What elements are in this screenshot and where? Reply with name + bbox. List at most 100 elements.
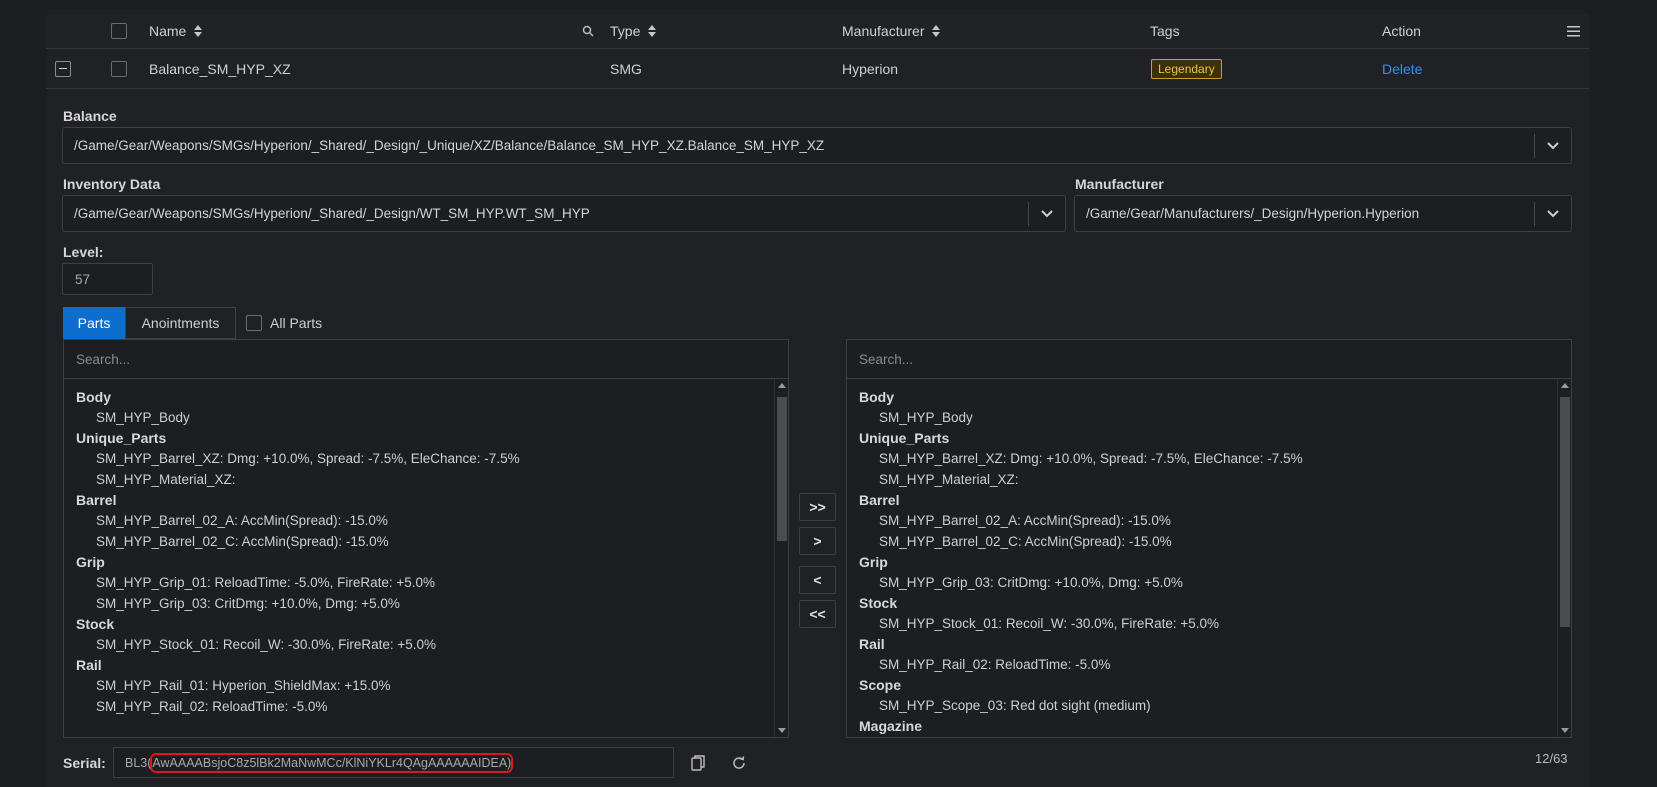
manufacturer-select[interactable]: /Game/Gear/Manufacturers/_Design/Hyperio… (1074, 195, 1572, 232)
serial-input[interactable]: BL3(AwAAAABsjoC8z5lBk2MaNwMCc/KlNiYKLr4Q… (113, 747, 674, 778)
row-name: Balance_SM_HYP_XZ (149, 60, 291, 77)
inventory-value: /Game/Gear/Weapons/SMGs/Hyperion/_Shared… (74, 206, 590, 221)
serial-label: Serial: (63, 755, 106, 771)
scroll-thumb[interactable] (777, 397, 787, 541)
left-items: Body SM_HYP_Body Unique_Parts SM_HYP_Barrel… (64, 379, 788, 717)
balance-value: /Game/Gear/Weapons/SMGs/Hyperion/_Shared… (74, 138, 825, 153)
menu-icon[interactable] (1567, 14, 1580, 48)
scroll-up-icon[interactable] (778, 383, 786, 388)
collapse-button[interactable] (55, 60, 71, 77)
part-group-header: Barrel (859, 492, 900, 508)
part-group-header: Stock (859, 595, 898, 611)
tags-column-header: Tags (1150, 14, 1180, 48)
manufacturer-label: Manufacturer (1075, 176, 1164, 192)
search-icon[interactable] (582, 14, 594, 48)
part-item[interactable]: SM_HYP_Stock_01: Recoil_W: -30.0%, FireR… (859, 613, 1571, 634)
add-button[interactable]: > (799, 527, 836, 555)
inventory-select[interactable]: /Game/Gear/Weapons/SMGs/Hyperion/_Shared… (62, 195, 1066, 232)
manufacturer-value: /Game/Gear/Manufacturers/_Design/Hyperio… (1086, 206, 1420, 221)
chevron-down-icon[interactable] (1535, 209, 1571, 218)
right-items: Body SM_HYP_Body Unique_Parts SM_HYP_Barrel… (847, 379, 1571, 736)
delete-link[interactable]: Delete (1382, 49, 1422, 88)
part-item[interactable]: SM_HYP_Stock_01: Recoil_W: -30.0%, FireR… (76, 634, 788, 655)
part-item[interactable]: SM_HYP_Scope_03: Red dot sight (medium) (859, 695, 1571, 716)
level-input[interactable]: 57 (62, 263, 153, 295)
part-item[interactable]: SM_HYP_Rail_02: ReloadTime: -5.0% (859, 654, 1571, 675)
part-item[interactable]: SM_HYP_Grip_03: CritDmg: +10.0%, Dmg: +5… (859, 572, 1571, 593)
balance-select[interactable]: /Game/Gear/Weapons/SMGs/Hyperion/_Shared… (62, 127, 1572, 164)
left-scrollbar[interactable] (774, 379, 788, 737)
part-item[interactable]: SM_HYP_Barrel_02_C: AccMin(Spread): -15.… (859, 531, 1571, 552)
manufacturer-column-header[interactable]: Manufacturer (842, 14, 941, 48)
table-row[interactable]: Balance_SM_HYP_XZ SMG Hyperion Legendary… (46, 49, 1589, 89)
add-all-button[interactable]: >> (799, 493, 836, 521)
part-count: 12/63 (1535, 751, 1568, 766)
part-item[interactable]: SM_HYP_Material_XZ: (76, 469, 788, 490)
all-parts-label: All Parts (270, 315, 323, 331)
part-item[interactable]: SM_HYP_Grip_03: CritDmg: +10.0%, Dmg: +5… (76, 593, 788, 614)
action-column-header: Action (1382, 14, 1421, 48)
right-scrollbar[interactable] (1557, 379, 1571, 737)
level-label: Level: (63, 244, 104, 260)
part-group-header: Unique_Parts (76, 430, 167, 446)
serial-value: AwAAAABsjoC8z5lBk2MaNwMCc/KlNiYKLr4QAgAA… (150, 752, 514, 773)
collapse-cell (55, 49, 71, 88)
row-select-cell (111, 49, 127, 88)
part-item[interactable]: SM_HYP_Barrel_02_A: AccMin(Spread): -15.… (859, 510, 1571, 531)
scroll-down-icon[interactable] (778, 728, 786, 733)
part-group-header: Rail (76, 657, 102, 673)
sort-icon (648, 25, 657, 37)
part-item[interactable]: SM_HYP_Barrel_02_C: AccMin(Spread): -15.… (76, 531, 788, 552)
part-group-header: Rail (859, 636, 885, 652)
all-parts-checkbox[interactable] (246, 315, 262, 331)
part-item[interactable]: SM_HYP_Rail_01: Hyperion_ShieldMax: +15.… (76, 675, 788, 696)
right-search-input[interactable]: Search... (847, 340, 1571, 379)
part-group-header: Unique_Parts (859, 430, 950, 446)
part-group-header: Body (76, 389, 111, 405)
select-all-cell (111, 14, 127, 48)
part-group-header: Grip (76, 554, 105, 570)
scroll-down-icon[interactable] (1561, 728, 1569, 733)
select-all-checkbox[interactable] (111, 23, 127, 39)
part-item[interactable]: SM_HYP_Body (859, 407, 1571, 428)
tab-parts[interactable]: Parts (63, 307, 125, 339)
sort-icon (194, 25, 203, 37)
table-header: Name Type Manufacturer Tags Action (46, 14, 1589, 49)
remove-button[interactable]: < (799, 566, 836, 594)
action-header-label: Action (1382, 23, 1421, 39)
copy-icon[interactable] (688, 753, 708, 773)
row-checkbox[interactable] (111, 60, 127, 77)
part-item[interactable]: SM_HYP_Barrel_02_A: AccMin(Spread): -15.… (76, 510, 788, 531)
type-header-label: Type (610, 23, 641, 39)
left-search-input[interactable]: Search... (64, 340, 788, 379)
part-group-header: Scope (859, 677, 902, 693)
scroll-up-icon[interactable] (1561, 383, 1569, 388)
selected-parts-list: Search... Body SM_HYP_Body Unique_Parts SM_… (846, 339, 1572, 738)
row-type: SMG (610, 60, 642, 77)
refresh-icon[interactable] (729, 753, 749, 773)
part-group-header: Body (859, 389, 894, 405)
type-column-header[interactable]: Type (610, 14, 657, 48)
name-column-header[interactable]: Name (149, 14, 203, 48)
scroll-thumb[interactable] (1560, 397, 1570, 627)
all-parts-toggle[interactable]: All Parts (246, 315, 322, 331)
part-group-header: Barrel (76, 492, 117, 508)
part-item[interactable]: SM_HYP_Grip_01: ReloadTime: -5.0%, FireR… (76, 572, 788, 593)
row-manufacturer: Hyperion (842, 60, 899, 77)
tab-anointments[interactable]: Anointments (125, 307, 236, 339)
part-group-header: Stock (76, 616, 115, 632)
part-item[interactable]: SM_HYP_Body (76, 407, 788, 428)
part-group-header: Magazine (859, 718, 923, 734)
chevron-down-icon[interactable] (1535, 141, 1571, 150)
part-item[interactable]: SM_HYP_Material_XZ: (859, 469, 1571, 490)
part-item[interactable]: SM_HYP_Barrel_XZ: Dmg: +10.0%, Spread: -… (76, 448, 788, 469)
serial-prefix: BL3( (125, 755, 152, 770)
part-item[interactable]: SM_HYP_Barrel_XZ: Dmg: +10.0%, Spread: -… (859, 448, 1571, 469)
chevron-down-icon[interactable] (1029, 209, 1065, 218)
tag-cell: Legendary (1151, 49, 1222, 88)
balance-label: Balance (63, 108, 117, 124)
remove-all-button[interactable]: << (799, 600, 836, 628)
part-item[interactable]: SM_HYP_Rail_02: ReloadTime: -5.0% (76, 696, 788, 717)
name-header-label: Name (149, 23, 187, 39)
legendary-tag: Legendary (1151, 58, 1222, 79)
